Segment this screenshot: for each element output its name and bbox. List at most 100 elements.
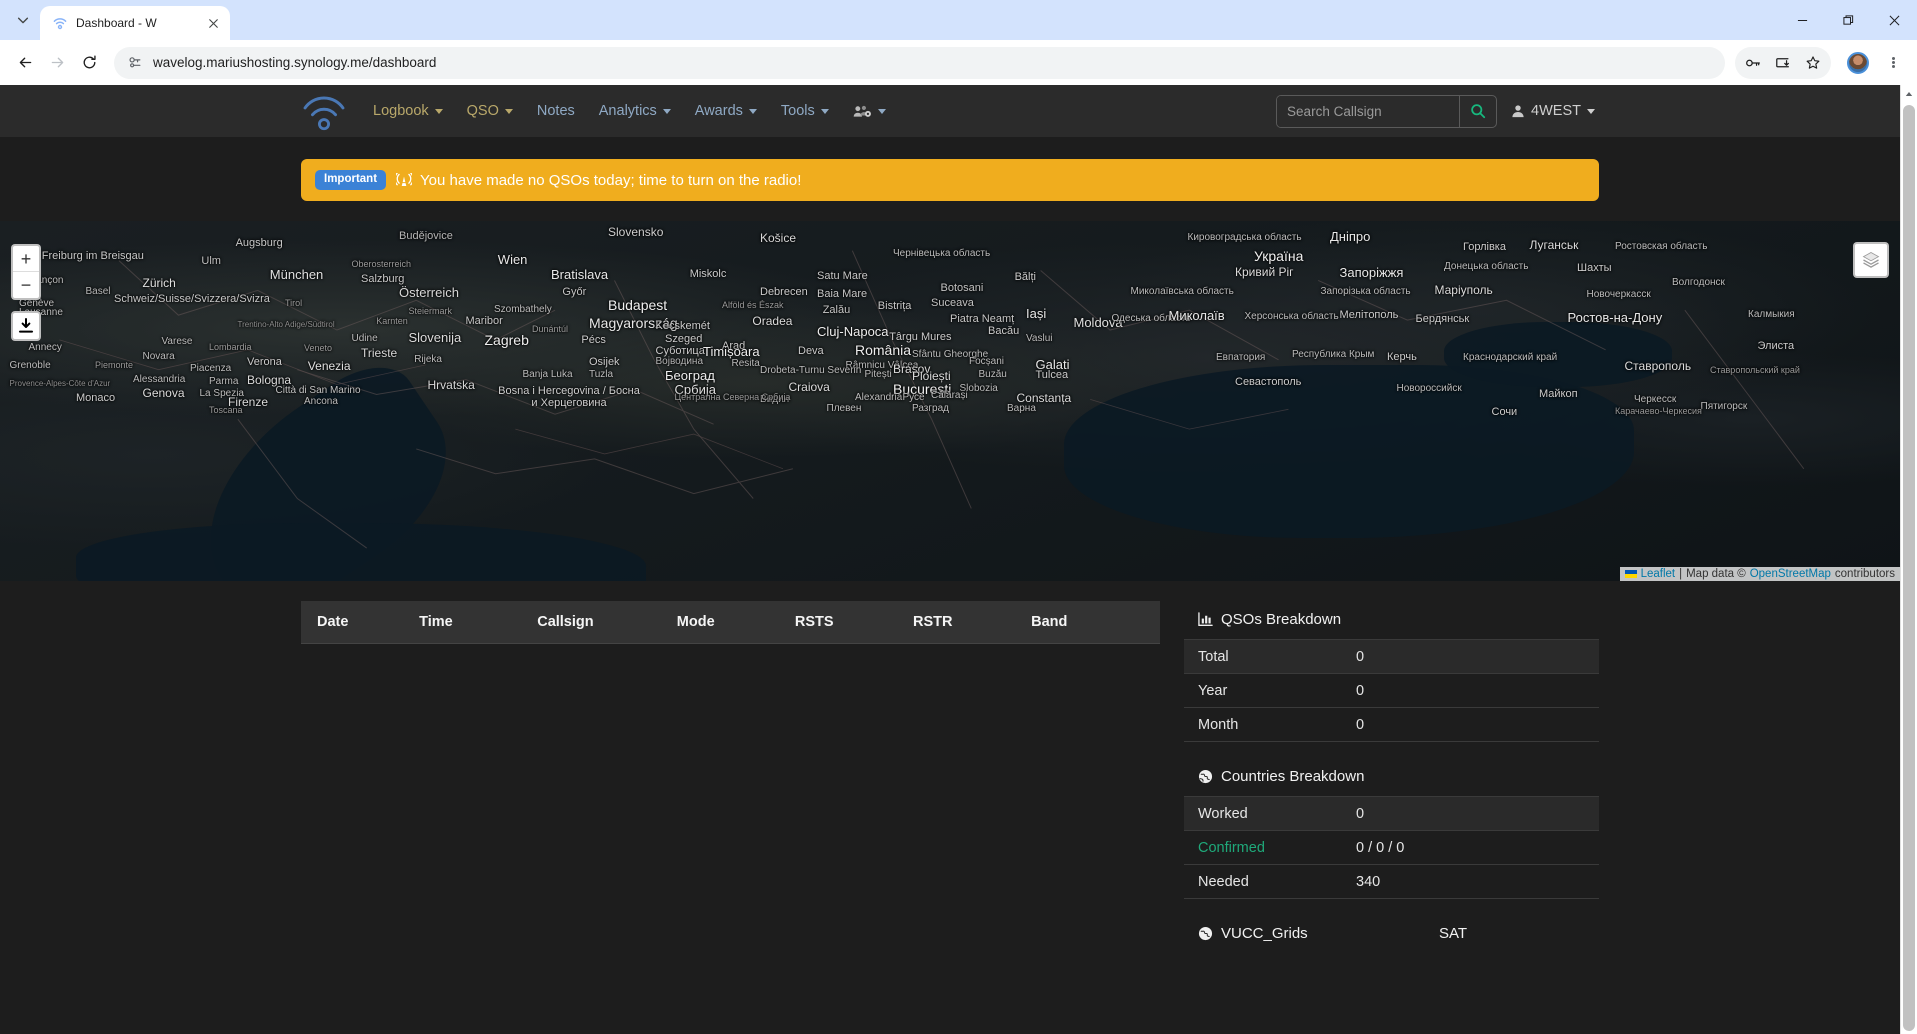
map-layers-button[interactable]	[1853, 242, 1889, 278]
password-key-button[interactable]	[1739, 49, 1767, 77]
row-value: 340	[1356, 873, 1381, 890]
table-column-header-rsts[interactable]: RSTS	[794, 601, 914, 644]
countries-breakdown-panel: Countries Breakdown Worked 0 Confirmed 0…	[1184, 758, 1599, 899]
back-button[interactable]	[10, 48, 40, 78]
chart-bar-icon	[1198, 612, 1213, 626]
table-column-header-band[interactable]: Band	[1031, 601, 1160, 644]
attrib-separator: |	[1679, 568, 1683, 580]
nav-label: Awards	[694, 103, 743, 119]
nav-item-logbook[interactable]: Logbook	[361, 95, 455, 127]
wavelog-wifi-logo[interactable]	[301, 94, 347, 130]
nav-links: Logbook QSO Notes Analytics Awards Tools	[361, 95, 898, 127]
search-input[interactable]	[1277, 95, 1460, 127]
qso-map[interactable]: Freiburg im Breisgau Augsburg Ulm Budějovic…	[0, 221, 1900, 581]
attrib-mapdata: Map data ©	[1686, 568, 1746, 580]
arrow-right-icon	[51, 57, 63, 68]
bookmark-star-icon	[1806, 55, 1820, 69]
minimize-icon	[1797, 19, 1807, 21]
install-app-icon	[1776, 57, 1789, 67]
wifi-favicon	[52, 15, 68, 31]
nav-label: Analytics	[598, 103, 657, 119]
nav-item-tools[interactable]: Tools	[769, 95, 841, 127]
address-bar[interactable]: wavelog.mariushosting.synology.me/dashbo…	[114, 46, 1725, 79]
vucc-sat-value: SAT	[1438, 925, 1467, 942]
nav-item-qso[interactable]: QSO	[455, 95, 525, 127]
map-attribution: Leaflet | Map data © OpenStreetMap contr…	[1619, 567, 1900, 581]
globe-icon	[1198, 769, 1213, 784]
qsos-breakdown-panel: QSOs Breakdown Total 0 Year 0 Month 0	[1184, 601, 1599, 742]
scrollbar-thumb[interactable]	[1903, 105, 1915, 1031]
nav-item-admin[interactable]	[841, 96, 898, 127]
users-cog-icon	[853, 105, 871, 117]
tab-close-button[interactable]	[204, 14, 222, 32]
window-maximize-button[interactable]	[1825, 0, 1871, 40]
browser-window: Dashboard - W wavelog.mariushosting.syno…	[0, 0, 1917, 1034]
row-label: Confirmed	[1198, 839, 1265, 856]
browser-menu-button[interactable]	[1879, 49, 1907, 77]
table-header: Date Time Callsign Mode RSTS RSTR Band	[301, 601, 1160, 644]
page-scrollbar[interactable]	[1900, 85, 1917, 1034]
table-column-header-mode[interactable]: Mode	[676, 601, 795, 644]
kebab-menu-icon	[1891, 56, 1895, 70]
tab-search-button[interactable]	[6, 3, 40, 37]
user-menu[interactable]: 4WEST	[1511, 103, 1599, 119]
close-icon	[1889, 15, 1899, 25]
chevron-down-icon	[748, 108, 757, 114]
panel-spacer	[1184, 746, 1599, 758]
table-column-header-date[interactable]: Date	[301, 601, 420, 644]
search-icon	[1471, 104, 1486, 119]
nav-right: 4WEST	[1276, 94, 1599, 128]
search-button[interactable]	[1459, 95, 1496, 127]
nav-label: QSO	[466, 103, 499, 119]
panel-spacer	[1184, 903, 1599, 915]
dashboard-content: Date Time Callsign Mode RSTS RSTR Band Q…	[301, 581, 1599, 957]
map-download-button[interactable]	[11, 311, 41, 341]
nav-item-analytics[interactable]: Analytics	[587, 95, 683, 127]
url-text: wavelog.mariushosting.synology.me/dashbo…	[153, 55, 437, 70]
table-column-header-time[interactable]: Time	[419, 601, 538, 644]
window-close-button[interactable]	[1871, 0, 1917, 40]
scrollbar-up-button[interactable]	[1901, 85, 1917, 102]
openstreetmap-link[interactable]: OpenStreetMap	[1750, 568, 1831, 580]
window-minimize-button[interactable]	[1779, 0, 1825, 40]
panel-title: Countries Breakdown	[1184, 758, 1599, 797]
breakdown-row: Confirmed 0 / 0 / 0	[1184, 831, 1599, 865]
table-column-header-rstr[interactable]: RSTR	[913, 601, 1032, 644]
breakdown-row: Needed 340	[1184, 865, 1599, 899]
leaflet-link[interactable]: Leaflet	[1641, 568, 1676, 580]
chevron-down-icon	[820, 108, 829, 114]
map-borders	[59, 250, 1805, 549]
tab-strip: Dashboard - W	[0, 0, 1917, 40]
nav-label: Notes	[536, 103, 575, 119]
row-label: Worked	[1198, 805, 1248, 822]
callsign-search-group	[1276, 94, 1498, 128]
nav-item-notes[interactable]: Notes	[525, 95, 587, 127]
row-value: 0 / 0 / 0	[1356, 839, 1405, 856]
panel-title-text: QSOs Breakdown	[1221, 611, 1342, 628]
install-app-button[interactable]	[1769, 49, 1797, 77]
download-icon	[19, 318, 33, 333]
avatar[interactable]	[1847, 51, 1869, 74]
reload-icon	[83, 55, 96, 69]
browser-tab[interactable]: Dashboard - W	[40, 6, 230, 40]
bookmark-button[interactable]	[1799, 49, 1827, 77]
close-icon	[208, 18, 218, 28]
row-value: 0	[1356, 648, 1365, 665]
nav-item-awards[interactable]: Awards	[683, 95, 769, 127]
toolbar-actions	[1735, 46, 1907, 79]
attrib-contributors: contributors	[1834, 568, 1895, 580]
minus-icon: −	[20, 275, 32, 295]
map-zoom-out-button[interactable]: −	[13, 272, 39, 298]
map-zoom-in-button[interactable]: +	[13, 246, 39, 272]
table-column-header-callsign[interactable]: Callsign	[537, 601, 677, 644]
reload-button[interactable]	[74, 48, 104, 78]
nav-label: Logbook	[373, 103, 429, 119]
toolbar-icon-group	[1735, 46, 1831, 79]
globe-icon	[1198, 926, 1213, 941]
chevron-down-icon	[17, 17, 29, 24]
table-header-row: Date Time Callsign Mode RSTS RSTR Band	[301, 601, 1160, 644]
alert-container: Important You have made no QSOs today; t…	[301, 159, 1599, 201]
forward-button[interactable]	[42, 48, 72, 78]
app-navbar: Logbook QSO Notes Analytics Awards Tools…	[0, 85, 1900, 137]
page-info-icon[interactable]	[128, 55, 143, 70]
